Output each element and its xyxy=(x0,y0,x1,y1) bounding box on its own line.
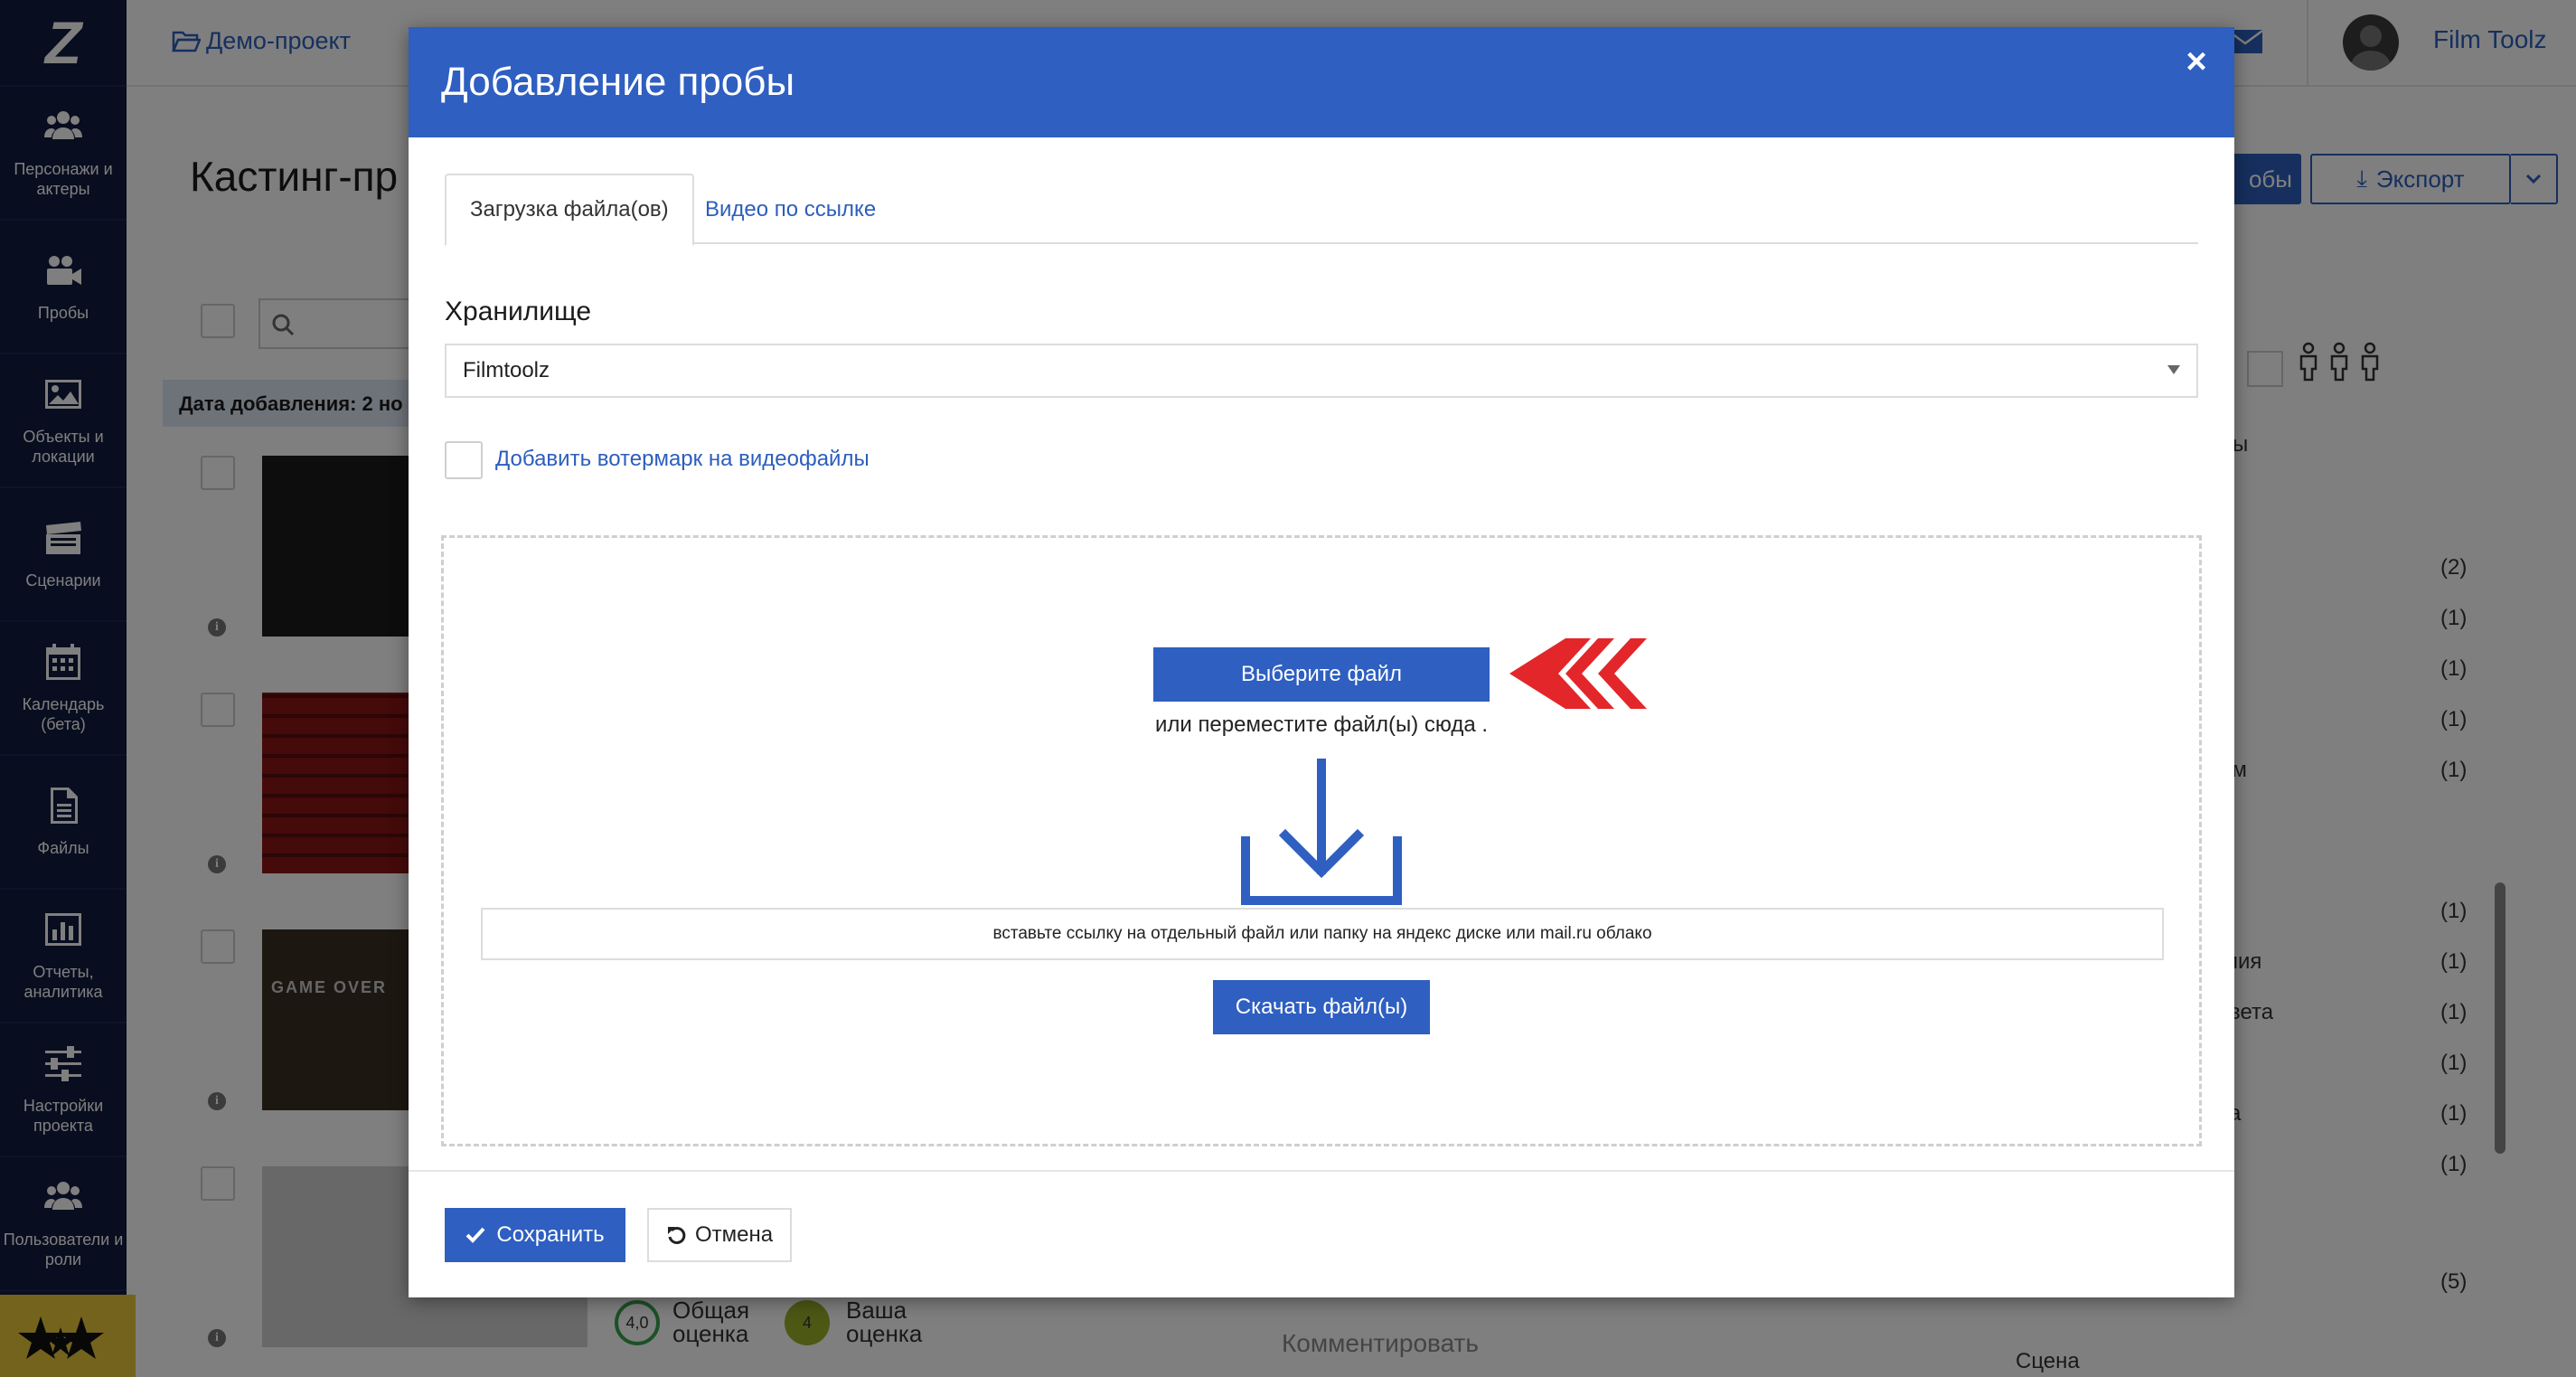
add-probe-dialog: Добавление пробы × Загрузка файла(ов) Ви… xyxy=(409,27,2234,1297)
file-link-input[interactable] xyxy=(481,908,2164,960)
save-button[interactable]: Сохранить xyxy=(445,1208,625,1262)
download-icon xyxy=(1241,759,1402,905)
watermark-label[interactable]: Добавить вотермарк на видеофайлы xyxy=(495,447,870,472)
caret-down-icon xyxy=(2167,365,2180,374)
check-icon xyxy=(465,1227,485,1243)
choose-file-button[interactable]: Выберите файл xyxy=(1153,647,1490,702)
chevrons-left-icon xyxy=(1509,638,1647,709)
storage-label: Хранилище xyxy=(445,297,591,326)
upload-tabs: Загрузка файла(ов) Видео по ссылке xyxy=(445,174,2198,246)
dialog-title: Добавление пробы xyxy=(441,60,795,104)
undo-icon xyxy=(667,1226,686,1244)
storage-select[interactable]: Filmtoolz xyxy=(445,344,2198,398)
drop-hint: или переместите файл(ы) сюда . xyxy=(1154,712,1489,737)
cancel-button[interactable]: Отмена xyxy=(647,1208,792,1262)
close-icon[interactable]: × xyxy=(2178,42,2214,81)
dialog-footer-divider xyxy=(409,1170,2234,1172)
download-files-button[interactable]: Скачать файл(ы) xyxy=(1213,980,1430,1034)
dialog-header: Добавление пробы × xyxy=(409,27,2234,137)
storage-selected-value: Filmtoolz xyxy=(463,358,550,382)
tab-file-upload[interactable]: Загрузка файла(ов) xyxy=(445,174,694,246)
tab-video-link[interactable]: Видео по ссылке xyxy=(682,174,899,246)
watermark-checkbox[interactable] xyxy=(445,441,483,479)
